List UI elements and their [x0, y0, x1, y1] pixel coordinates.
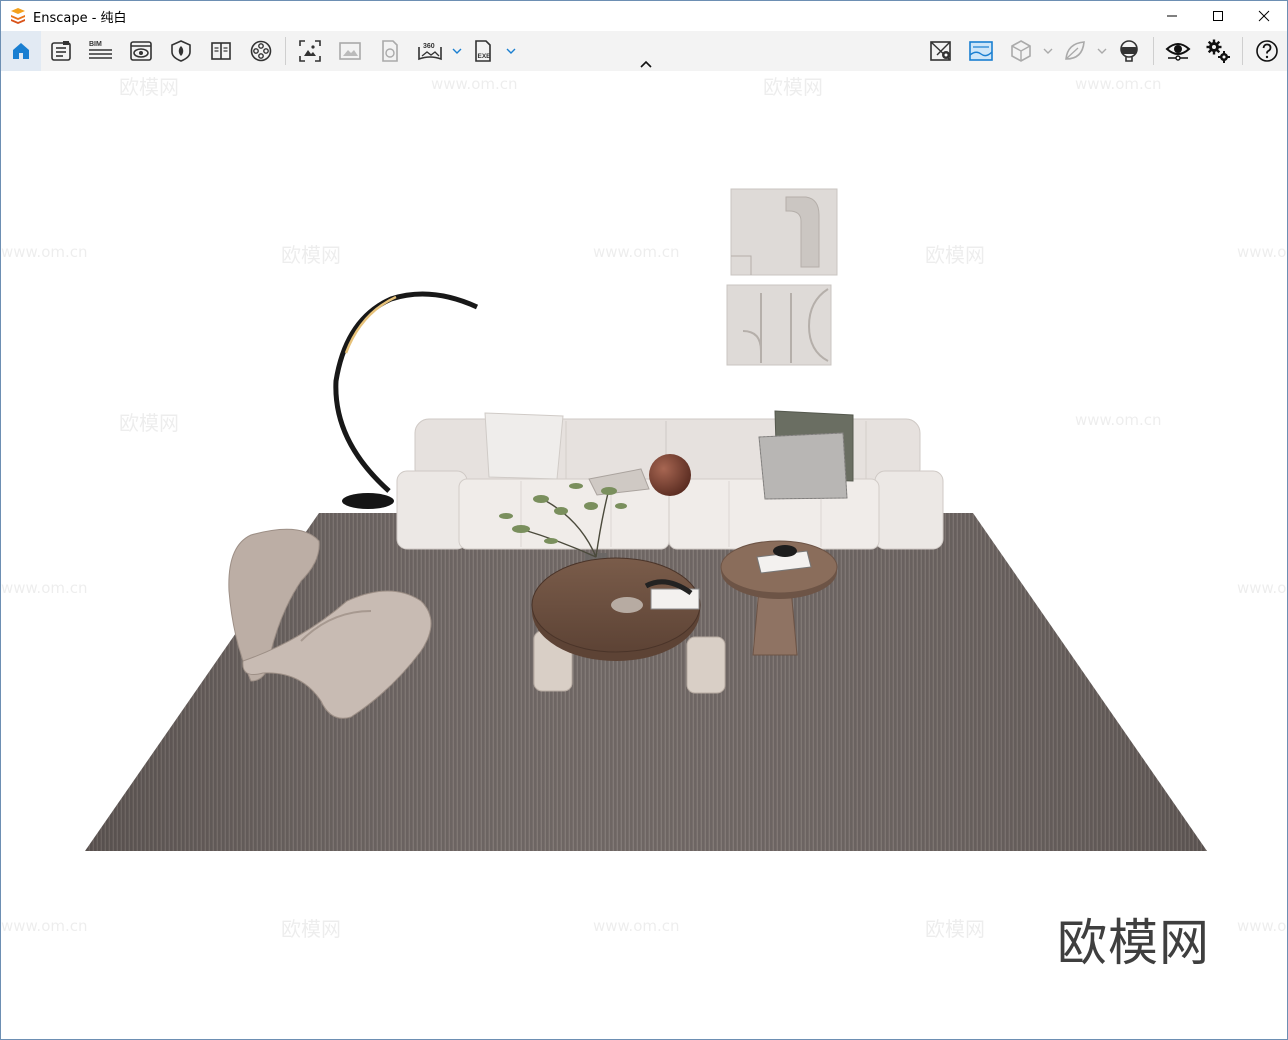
export-exe-icon: EXE [475, 40, 492, 62]
close-icon [1258, 10, 1270, 22]
close-button[interactable] [1241, 1, 1287, 31]
toolbar-right-group [921, 31, 1287, 71]
watermark-url: www.om.cn [1237, 579, 1287, 597]
maximize-icon [1213, 11, 1223, 21]
chevron-down-icon [1097, 48, 1107, 54]
minimize-icon [1167, 15, 1177, 17]
toolbar-separator [1153, 37, 1154, 65]
main-toolbar: BIM 360 EXE [1, 31, 1287, 71]
film-reel-icon [250, 40, 272, 62]
library-button[interactable] [201, 31, 241, 71]
brand-watermark: 欧模网 [1057, 914, 1210, 972]
watermark-url: www.om.cn [593, 917, 680, 935]
panorama-dropdown[interactable] [450, 31, 464, 71]
enscape-logo-icon [11, 8, 25, 24]
panorama-360-icon: 360 [418, 43, 442, 61]
asset-shield-icon [171, 40, 191, 62]
watermark-url: www.om.cn [593, 243, 680, 261]
bim-icon: BIM [89, 41, 112, 59]
app-window: Enscape - 纯白 BIM 360 EXE 欧模网 www.om.cn 欧… [0, 0, 1288, 1040]
vr-headset-icon [1120, 40, 1138, 62]
visibility-button[interactable] [1158, 31, 1198, 71]
bim-button[interactable]: BIM [81, 31, 121, 71]
watermark-url: www.om.cn [1237, 917, 1287, 935]
leaf-dropdown[interactable] [1095, 31, 1109, 71]
sky-button[interactable] [961, 31, 1001, 71]
material-button[interactable] [161, 31, 201, 71]
wall-art [726, 188, 838, 366]
watermark: 欧模网 [925, 243, 985, 267]
watermark-url: www.om.cn [1075, 411, 1162, 429]
map-button[interactable] [921, 31, 961, 71]
vr-button[interactable] [1109, 31, 1149, 71]
toolbar-separator [285, 37, 286, 65]
book-icon [211, 42, 231, 60]
settings-button[interactable] [1198, 31, 1238, 71]
leaf-button[interactable] [1055, 31, 1095, 71]
file-render-icon [382, 40, 398, 62]
watermark: 欧模网 [281, 917, 341, 941]
sky-image-icon [969, 41, 993, 61]
screenshot-icon [299, 40, 321, 62]
watermark: 欧模网 [119, 75, 179, 99]
export-dropdown[interactable] [504, 31, 518, 71]
watermark: 欧模网 [281, 243, 341, 267]
view-settings-button[interactable] [121, 31, 161, 71]
eye-icon [1165, 43, 1191, 61]
chevron-down-icon [452, 48, 462, 54]
watermark-url: www.om.cn [1, 579, 88, 597]
watermark-url: www.om.cn [1237, 243, 1287, 261]
screenshot-button[interactable] [290, 31, 330, 71]
maximize-button[interactable] [1195, 1, 1241, 31]
gallery-button[interactable] [330, 31, 370, 71]
batch-render-button[interactable] [370, 31, 410, 71]
cube-icon [1011, 40, 1031, 62]
leaf-icon [1065, 41, 1085, 60]
watermark-url: www.om.cn [1, 917, 88, 935]
cube-dropdown[interactable] [1041, 31, 1055, 71]
window-title: Enscape - 纯白 [33, 10, 127, 26]
document-list-icon [51, 41, 71, 61]
sofa [396, 410, 944, 550]
watermark-url: www.om.cn [1075, 75, 1162, 93]
image-gallery-icon [339, 42, 361, 60]
watermark: 欧模网 [925, 917, 985, 941]
export-exe-button[interactable]: EXE [464, 31, 504, 71]
title-bar[interactable]: Enscape - 纯白 [1, 1, 1287, 31]
render-viewport[interactable]: 欧模网 www.om.cn 欧模网 www.om.cn www.om.cn 欧模… [1, 71, 1287, 1039]
window-controls [1149, 1, 1287, 31]
export-exe-label: EXE [478, 53, 492, 60]
chevron-down-icon [506, 48, 516, 54]
scene-render [85, 188, 1207, 851]
collapse-toolbar-icon[interactable] [637, 58, 655, 70]
gears-icon [1206, 39, 1230, 63]
bim-label: BIM [89, 41, 102, 48]
watermark-url: www.om.cn [1, 243, 88, 261]
cube-button[interactable] [1001, 31, 1041, 71]
eye-window-icon [130, 41, 152, 61]
chevron-down-icon [1043, 48, 1053, 54]
help-button[interactable] [1247, 31, 1287, 71]
video-button[interactable] [241, 31, 281, 71]
panorama-label: 360 [423, 43, 435, 50]
home-button[interactable] [1, 31, 41, 71]
watermark: 欧模网 [763, 75, 823, 99]
home-icon [13, 43, 29, 59]
panorama-button[interactable]: 360 [410, 31, 450, 71]
watermark: 欧模网 [119, 411, 179, 435]
map-pin-icon [930, 41, 951, 61]
toolbar-separator [1242, 37, 1243, 65]
minimize-button[interactable] [1149, 1, 1195, 31]
watermark-url: www.om.cn [431, 75, 518, 93]
document-button[interactable] [41, 31, 81, 71]
help-icon [1256, 40, 1278, 62]
